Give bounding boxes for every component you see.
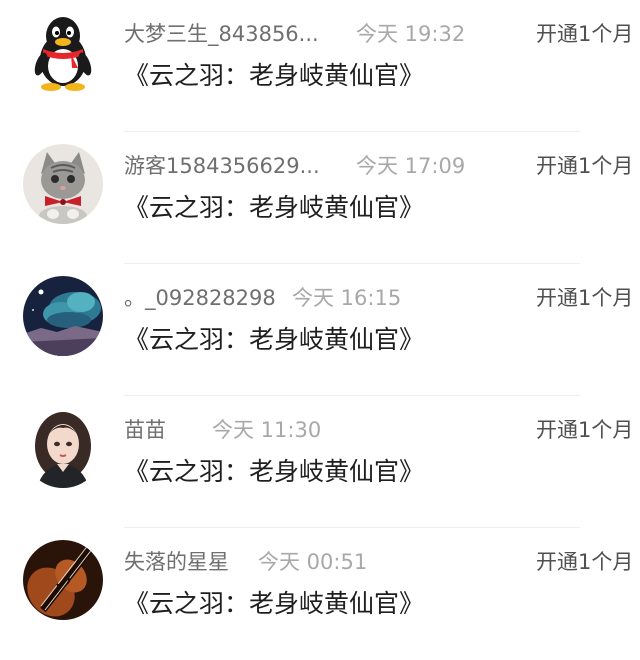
subscription-record-list: 大梦三生_843856... 今天 19:32 开通1个月 《云之羽：老身岐黄仙… [0, 0, 640, 642]
book-title[interactable]: 《云之羽：老身岐黄仙官》 [124, 452, 424, 488]
list-item[interactable]: 苗苗 今天 11:30 开通1个月 《云之羽：老身岐黄仙官》 [0, 396, 640, 528]
list-item[interactable]: 失落的星星 今天 00:51 开通1个月 《云之羽：老身岐黄仙官》 [0, 528, 640, 660]
user-name[interactable]: 。_092828298 [124, 282, 276, 312]
user-name[interactable]: 失落的星星 [124, 546, 229, 576]
user-name[interactable]: 大梦三生_843856... [124, 18, 319, 48]
timestamp: 今天 00:51 [258, 550, 368, 574]
book-title[interactable]: 《云之羽：老身岐黄仙官》 [124, 584, 424, 620]
qq-penguin-avatar[interactable] [23, 12, 103, 92]
subscription-status: 开通1个月 [536, 22, 634, 46]
kitten-avatar[interactable] [23, 144, 103, 224]
timestamp: 今天 11:30 [212, 418, 322, 442]
book-title[interactable]: 《云之羽：老身岐黄仙官》 [124, 320, 424, 356]
list-item[interactable]: 。_092828298 今天 16:15 开通1个月 《云之羽：老身岐黄仙官》 [0, 264, 640, 396]
book-title[interactable]: 《云之羽：老身岐黄仙官》 [124, 56, 424, 92]
subscription-status: 开通1个月 [536, 154, 634, 178]
violin-avatar[interactable] [23, 540, 103, 620]
night-sky-avatar[interactable] [23, 276, 103, 356]
girl-portrait-avatar[interactable] [23, 408, 103, 488]
book-title[interactable]: 《云之羽：老身岐黄仙官》 [124, 188, 424, 224]
subscription-status: 开通1个月 [536, 550, 634, 574]
user-name[interactable]: 苗苗 [124, 414, 166, 444]
user-name[interactable]: 游客1584356629... [124, 150, 320, 180]
subscription-status: 开通1个月 [536, 286, 634, 310]
list-item[interactable]: 游客1584356629... 今天 17:09 开通1个月 《云之羽：老身岐黄… [0, 132, 640, 264]
timestamp: 今天 17:09 [356, 154, 466, 178]
timestamp: 今天 19:32 [356, 22, 466, 46]
list-item[interactable]: 大梦三生_843856... 今天 19:32 开通1个月 《云之羽：老身岐黄仙… [0, 0, 640, 132]
timestamp: 今天 16:15 [292, 286, 402, 310]
subscription-status: 开通1个月 [536, 418, 634, 442]
